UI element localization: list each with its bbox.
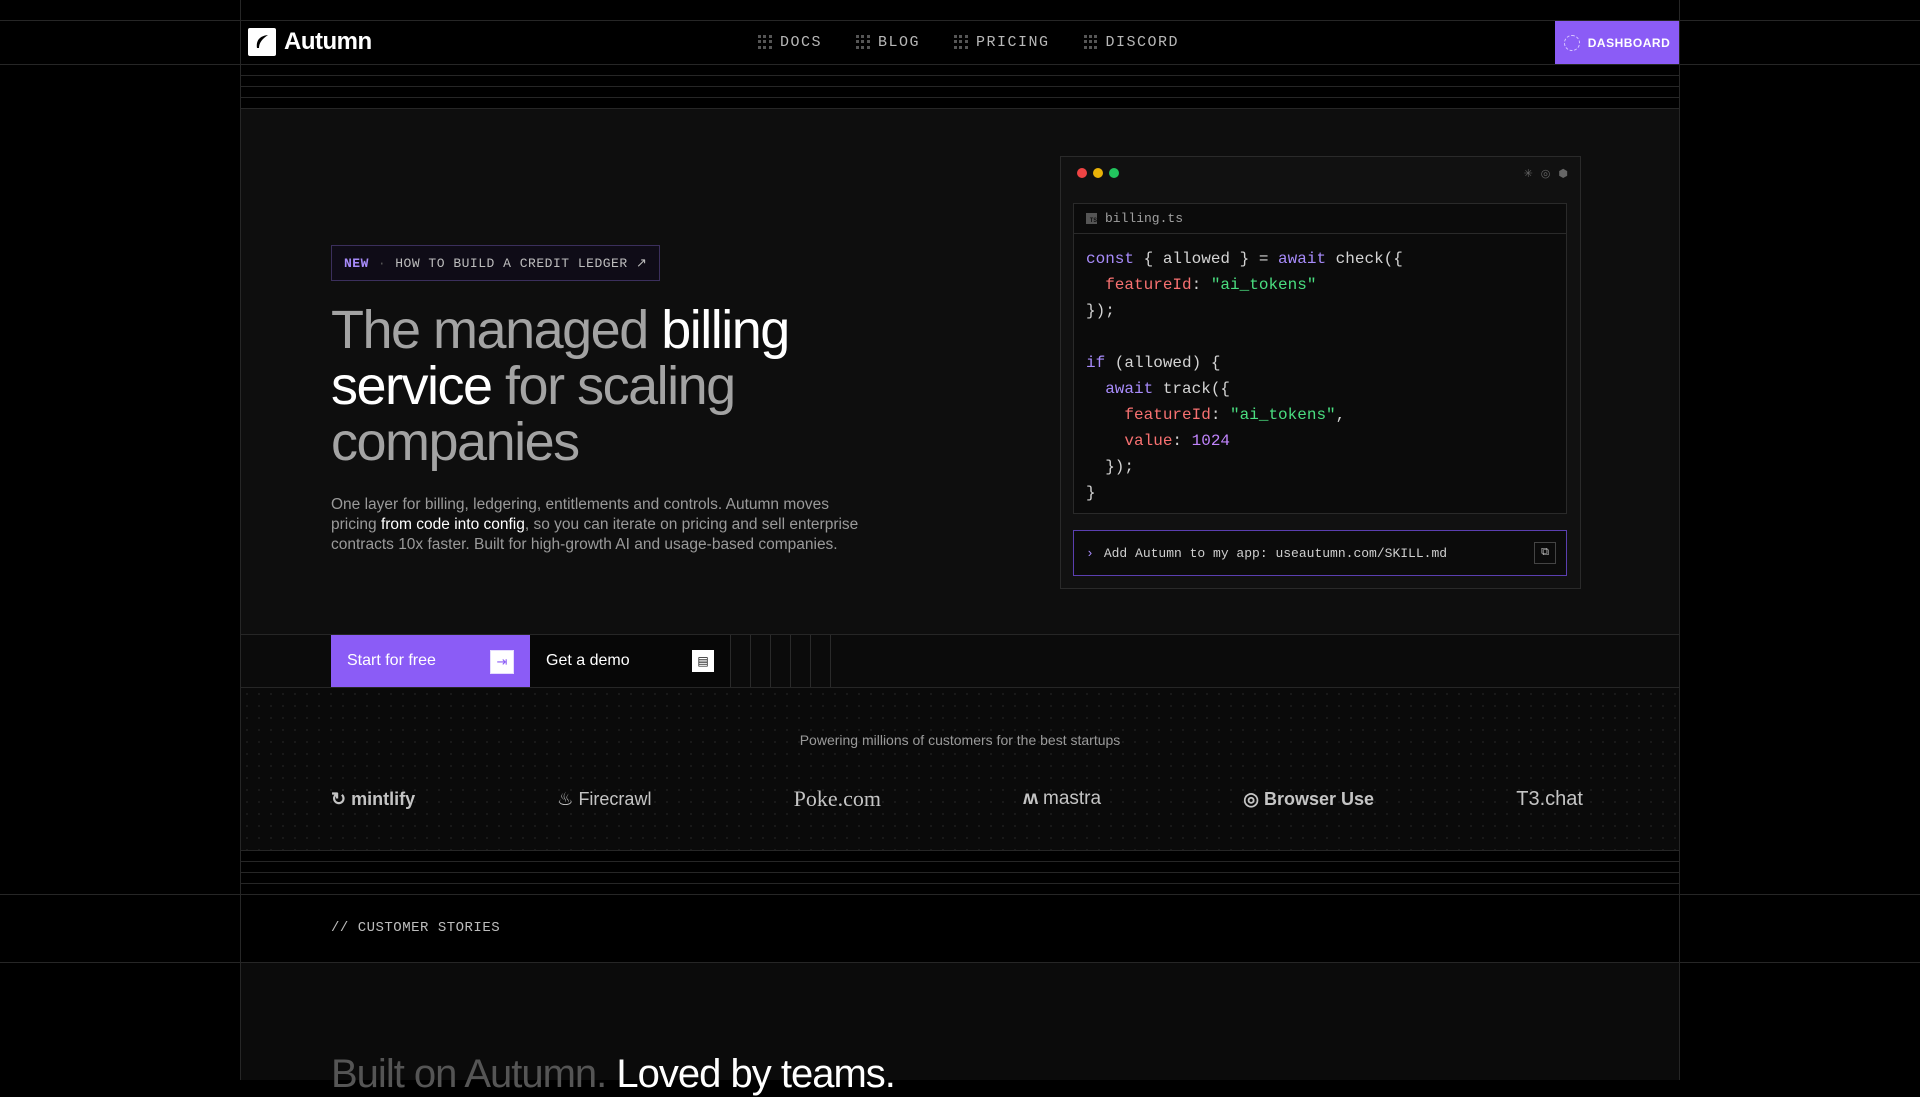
start-for-free-button[interactable]: Start for free ⇥ bbox=[331, 635, 530, 687]
logo-mastra: ʍ mastra bbox=[1023, 788, 1102, 809]
hero-subtitle: One layer for billing, ledgering, entitl… bbox=[331, 495, 871, 555]
grid-dots-icon bbox=[758, 35, 772, 49]
frame-line bbox=[0, 894, 1920, 895]
start-for-free-label: Start for free bbox=[347, 652, 436, 669]
headline-highlight: billing bbox=[661, 300, 790, 360]
announcement-badge[interactable]: NEW · HOW TO BUILD A CREDIT LEDGER ↗ bbox=[331, 245, 661, 281]
file-tab[interactable]: TS billing.ts bbox=[1074, 204, 1566, 234]
logo-t3-chat: T3.chat bbox=[1516, 787, 1583, 810]
prompt-chevron: › bbox=[1086, 545, 1094, 561]
frame-line bbox=[0, 962, 1920, 963]
grid-dots-icon bbox=[1083, 35, 1098, 49]
decorative-bars bbox=[730, 635, 850, 687]
nav-item-label: BLOG bbox=[878, 33, 921, 51]
brand-logo[interactable]: Autumn bbox=[248, 28, 372, 56]
get-a-demo-button[interactable]: Get a demo ▤ bbox=[530, 635, 730, 687]
subtitle-highlight: from code into config bbox=[380, 516, 525, 533]
logo-firecrawl: ♨ Firecrawl bbox=[557, 788, 652, 809]
typescript-file-icon: TS bbox=[1086, 213, 1097, 224]
top-nav: DOCS BLOG PRICING DISCORD bbox=[758, 28, 1213, 56]
brand-name: Autumn bbox=[284, 28, 372, 55]
frame-line bbox=[241, 108, 1679, 109]
section-title-dim: Built on Autumn. bbox=[331, 1052, 607, 1096]
frame-line bbox=[241, 97, 1679, 98]
badge-new-label: NEW bbox=[344, 255, 369, 271]
file-name: billing.ts bbox=[1105, 211, 1184, 226]
minimize-dot-icon bbox=[1093, 168, 1103, 178]
frame-line bbox=[241, 850, 1679, 851]
flame-icon: ♨ bbox=[557, 788, 574, 809]
nav-item-pricing[interactable]: PRICING bbox=[954, 34, 1050, 51]
headline-part: The managed bbox=[331, 300, 662, 360]
arrow-right-icon: ⇥ bbox=[490, 650, 514, 674]
frame-line bbox=[241, 872, 1679, 873]
maximize-dot-icon bbox=[1109, 168, 1119, 178]
section-title-bright: Loved by teams. bbox=[606, 1052, 895, 1096]
code-block: const { allowed } = await check({ featur… bbox=[1086, 250, 1403, 502]
nav-item-blog[interactable]: BLOG bbox=[856, 34, 920, 51]
frame-line bbox=[1679, 0, 1680, 1080]
code-editor: TS billing.ts const { allowed } = await … bbox=[1073, 203, 1567, 514]
frame-line bbox=[241, 687, 1679, 688]
frame-line bbox=[241, 86, 1679, 87]
cube-icon[interactable]: ⬢ bbox=[1558, 167, 1568, 180]
section-title: Built on Autumn. Loved by teams. bbox=[331, 1052, 896, 1097]
spinner-icon bbox=[1563, 34, 1580, 51]
grid-dots-icon bbox=[954, 35, 968, 49]
leaf-icon bbox=[248, 28, 276, 56]
logo-mintlify: ↻ mintlify bbox=[331, 788, 416, 809]
dashboard-button[interactable]: DASHBOARD bbox=[1555, 21, 1679, 64]
customers-dotted-background bbox=[241, 688, 1679, 850]
openai-icon[interactable]: ◎ bbox=[1541, 167, 1551, 180]
powered-by-text: Powering millions of customers for the b… bbox=[799, 732, 1121, 748]
calendar-icon: ▤ bbox=[692, 650, 714, 672]
window-icons: ✳ ◎ ⬢ bbox=[1524, 167, 1568, 180]
frame-line bbox=[240, 0, 241, 1080]
badge-separator: · bbox=[377, 255, 387, 271]
get-a-demo-label: Get a demo bbox=[546, 652, 630, 669]
code-window: ✳ ◎ ⬢ TS billing.ts const { allowed } = … bbox=[1060, 156, 1581, 589]
ai-prompt-bar[interactable]: › Add Autumn to my app: useautumn.com/SK… bbox=[1073, 530, 1567, 576]
logo-poke: Poke.com bbox=[793, 786, 882, 811]
nav-item-docs[interactable]: DOCS bbox=[758, 34, 822, 51]
logo-browser-use: ◎ Browser Use bbox=[1243, 788, 1375, 809]
dashboard-label: DASHBOARD bbox=[1587, 35, 1671, 50]
frame-line bbox=[0, 64, 1920, 65]
hero-headline: The managed billing service for scaling c… bbox=[331, 302, 891, 470]
badge-text: HOW TO BUILD A CREDIT LEDGER ↗ bbox=[395, 255, 648, 271]
browser-use-icon: ◎ bbox=[1243, 788, 1259, 809]
nav-item-label: DOCS bbox=[780, 33, 823, 51]
frame-line bbox=[241, 883, 1679, 884]
frame-line bbox=[241, 861, 1679, 862]
nav-item-label: DISCORD bbox=[1105, 33, 1180, 51]
mastra-icon: ʍ bbox=[1023, 788, 1038, 809]
copy-icon[interactable]: ⧉ bbox=[1534, 542, 1556, 564]
nav-item-label: PRICING bbox=[976, 33, 1050, 51]
close-dot-icon bbox=[1077, 168, 1087, 178]
frame-line bbox=[241, 75, 1679, 76]
grid-dots-icon bbox=[856, 35, 870, 49]
mintlify-icon: ↻ bbox=[331, 788, 347, 809]
customer-logos: ↻ mintlify ♨ Firecrawl Poke.com ʍ mastra ◎ B… bbox=[331, 786, 1583, 812]
prompt-text: Add Autumn to my app: useautumn.com/SKIL… bbox=[1103, 545, 1448, 561]
section-label: // CUSTOMER STORIES bbox=[331, 920, 501, 936]
sparkle-icon[interactable]: ✳ bbox=[1524, 167, 1533, 180]
headline-highlight: service bbox=[331, 356, 493, 416]
nav-item-discord[interactable]: DISCORD bbox=[1083, 33, 1180, 51]
